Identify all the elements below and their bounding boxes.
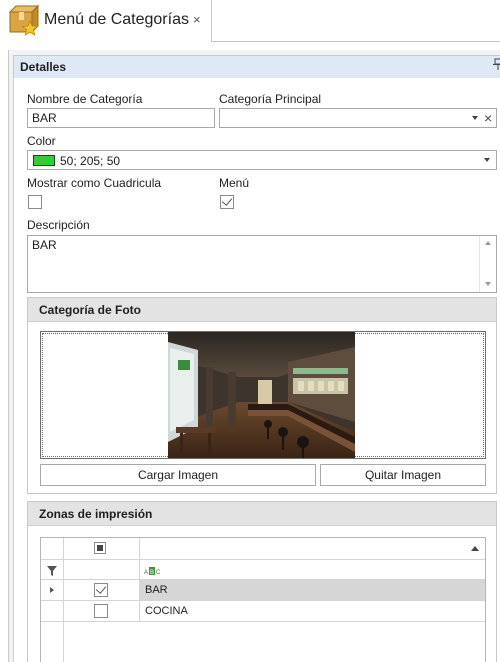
checkmark-icon (221, 195, 233, 206)
principal-label: Categoría Principal (219, 92, 322, 106)
chevron-down-icon[interactable] (484, 158, 490, 162)
panel-header: Detalles (13, 55, 500, 78)
photo-frame[interactable] (40, 331, 486, 459)
table-row-check[interactable] (64, 580, 140, 601)
zone-name: BAR (145, 584, 168, 596)
box-star-icon (8, 4, 40, 36)
clear-icon[interactable]: × (484, 110, 492, 126)
current-row-icon (50, 587, 54, 593)
cuadricula-label: Mostrar como Cuadricula (27, 176, 162, 190)
filter-cell-check[interactable] (64, 560, 140, 580)
abc-letter-b: B (150, 570, 154, 576)
table-row[interactable]: COCINA (140, 601, 485, 622)
select-all-checkbox[interactable] (94, 542, 106, 554)
filter-cell-name[interactable]: A B C (140, 560, 485, 580)
zonas-group: Zonas de impresión A B C BAR COCINA (27, 501, 497, 662)
foto-group: Categoría de Foto Cargar Imagen Quitar I… (27, 297, 497, 494)
category-photo (168, 332, 355, 458)
cuadricula-checkbox[interactable] (28, 195, 42, 209)
row-checkbox[interactable] (94, 583, 108, 597)
filter-row-indicator[interactable] (41, 560, 64, 580)
nombre-field[interactable]: BAR (27, 108, 215, 128)
nombre-label: Nombre de Categoría (27, 92, 143, 106)
color-value: 50; 205; 50 (60, 154, 121, 168)
grid-header-select-all[interactable] (64, 538, 140, 560)
principal-dropdown[interactable]: × (219, 108, 497, 128)
chevron-down-icon[interactable] (472, 116, 478, 120)
table-row[interactable]: BAR (140, 580, 485, 601)
row-checkbox[interactable] (94, 604, 108, 618)
foto-group-header: Categoría de Foto (28, 298, 496, 322)
grid-corner (41, 538, 64, 560)
scroll-up-icon[interactable] (485, 241, 491, 245)
tab-strip-divider (212, 41, 500, 42)
descripcion-value: BAR (32, 238, 57, 252)
checkmark-icon (95, 583, 107, 594)
document-tab-bar: Menú de Categorías × (0, 0, 500, 42)
descripcion-textarea[interactable]: BAR (27, 235, 497, 293)
sort-ascending-icon[interactable] (471, 546, 479, 551)
panel-title: Detalles (20, 60, 67, 74)
color-swatch (33, 155, 55, 166)
row-indicator[interactable] (41, 601, 64, 622)
pin-icon[interactable] (493, 58, 500, 73)
zonas-group-header: Zonas de impresión (28, 502, 496, 526)
row-indicator-column (41, 622, 64, 662)
table-row-check[interactable] (64, 601, 140, 622)
color-label: Color (27, 134, 56, 148)
descripcion-label: Descripción (27, 218, 90, 232)
indeterminate-mark (97, 545, 103, 551)
remove-image-button[interactable]: Quitar Imagen (320, 464, 486, 486)
tab-close-icon[interactable]: × (193, 12, 201, 27)
foto-group-title: Categoría de Foto (39, 303, 142, 317)
menu-label: Menú (219, 176, 250, 190)
tab-title: Menú de Categorías (44, 11, 189, 28)
scroll-down-icon[interactable] (485, 282, 491, 286)
filter-icon[interactable] (47, 565, 57, 579)
descripcion-scrollbar[interactable] (479, 236, 496, 292)
menu-checkbox[interactable] (220, 195, 234, 209)
color-picker[interactable]: 50; 205; 50 (27, 150, 497, 170)
row-indicator[interactable] (41, 580, 64, 601)
zonas-grid[interactable]: A B C BAR COCINA (40, 537, 486, 662)
grid-header-name[interactable] (140, 538, 485, 560)
zone-name: COCINA (145, 605, 188, 617)
abc-letter-c: C (156, 570, 160, 576)
zonas-group-title: Zonas de impresión (39, 507, 153, 521)
abc-letter-a: A (144, 570, 148, 576)
load-image-button[interactable]: Cargar Imagen (40, 464, 316, 486)
tab-menu-categorias[interactable]: Menú de Categorías × (0, 0, 212, 42)
abc-icon: A B C (144, 565, 161, 579)
